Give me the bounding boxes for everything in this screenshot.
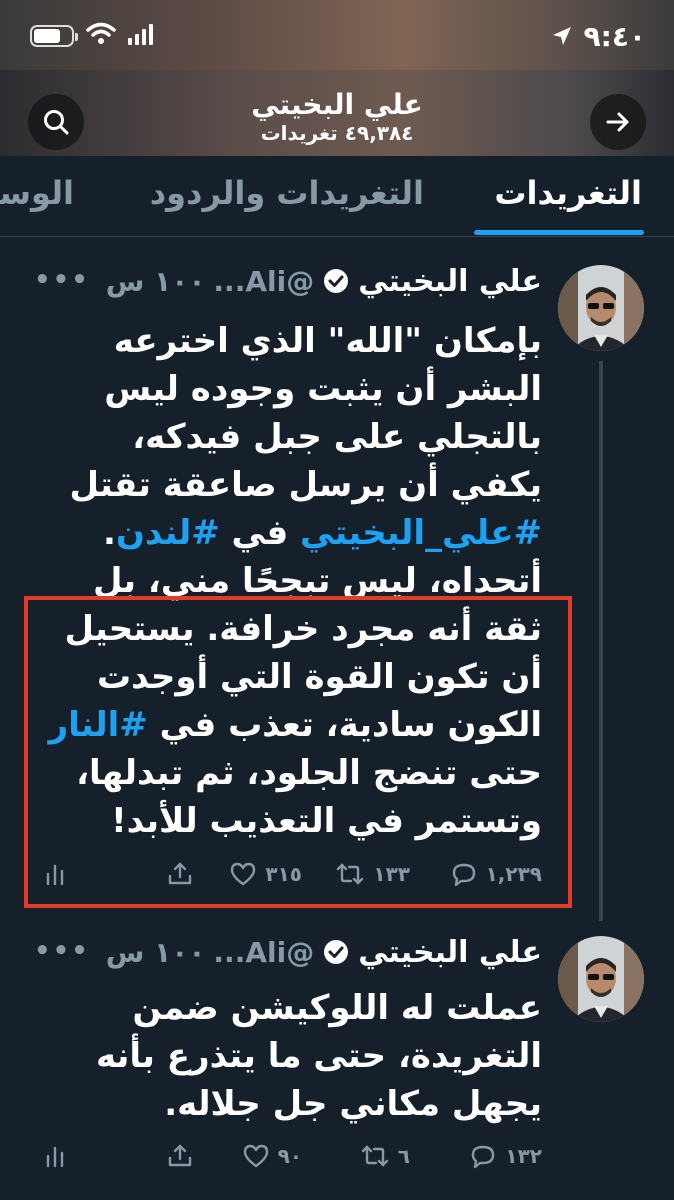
hashtag-link[interactable]: #لندن [116, 513, 220, 553]
tweet-handle[interactable]: ...Ali@ [213, 936, 314, 969]
reply-count: ١٣٢ [505, 1144, 542, 1168]
tweet-text: عملت له اللوكيشن ضمن التغريدة، حتى ما يت… [96, 988, 542, 1124]
avatar[interactable] [558, 265, 644, 351]
tweet-author-name[interactable]: علي البخيتي [358, 264, 542, 299]
tweet-actions: ١٣٢ ٦ ٩٠ [32, 1136, 542, 1176]
share-button[interactable] [166, 1136, 194, 1176]
tweet-meta: علي البخيتي ...Ali@ ١٠٠ س [106, 932, 542, 972]
avatar[interactable] [558, 936, 644, 1022]
highlight-box [24, 596, 572, 908]
search-icon [44, 110, 69, 135]
retweet-icon [361, 1145, 388, 1167]
analytics-button[interactable] [44, 1136, 68, 1176]
share-icon [168, 1144, 192, 1167]
tweet-author-name[interactable]: علي البخيتي [358, 935, 542, 970]
tweet-count: ٤٩,٣٨٤ تغريدات [260, 121, 414, 145]
tab-tweets-replies[interactable]: التغريدات والردود [150, 174, 424, 212]
retweet-count: ٦ [397, 1144, 410, 1168]
tweet-text-part: في [219, 513, 301, 553]
verified-icon [324, 269, 349, 293]
profile-name: علي البخيتي [251, 88, 423, 121]
status-time: ٩:٤٠ [583, 19, 646, 53]
active-tab-indicator [474, 230, 644, 235]
like-count: ٩٠ [277, 1144, 302, 1168]
search-button[interactable] [28, 94, 84, 150]
battery-icon [30, 25, 78, 47]
verified-icon [324, 940, 349, 964]
profile-title: علي البخيتي ٤٩,٣٨٤ تغريدات [150, 88, 524, 144]
hashtag-link[interactable]: #علي_البخيتي [300, 513, 542, 553]
tweet[interactable]: علي البخيتي ...Ali@ ١٠٠ س ••• عملت له ال… [0, 918, 674, 1200]
forward-button[interactable] [590, 94, 646, 150]
wifi-icon [86, 22, 116, 50]
tweet-text-part: . [102, 513, 116, 553]
status-bar: ٩:٤٠ [0, 0, 674, 70]
tweet-text-part: بإمكان "الله" الذي اخترعه البشر أن يثبت … [69, 321, 542, 505]
tweet-handle[interactable]: ...Ali@ [213, 265, 314, 298]
like-button[interactable]: ٩٠ [242, 1136, 302, 1176]
thread-line [599, 361, 603, 921]
tab-media[interactable]: الوسائط [0, 174, 74, 212]
tweet-time[interactable]: ١٠٠ س [106, 936, 206, 969]
more-icon[interactable]: ••• [34, 936, 90, 966]
tweet-time[interactable]: ١٠٠ س [106, 265, 206, 298]
more-icon[interactable]: ••• [34, 265, 90, 295]
reply-icon [472, 1145, 495, 1169]
tab-tweets[interactable]: التغريدات [494, 174, 642, 212]
status-left-icons [30, 22, 156, 50]
profile-header: علي البخيتي ٤٩,٣٨٤ تغريدات [0, 70, 674, 156]
profile-tabs: التغريدات التغريدات والردود الوسائط [0, 156, 674, 237]
retweet-button[interactable]: ٦ [360, 1136, 410, 1176]
location-icon [550, 22, 574, 50]
forward-arrow-icon [606, 112, 629, 132]
signal-icon [128, 23, 156, 49]
tweet-meta: علي البخيتي ...Ali@ ١٠٠ س [106, 261, 542, 301]
like-icon [243, 1144, 268, 1168]
analytics-icon [46, 1146, 64, 1168]
reply-button[interactable]: ١٣٢ [469, 1136, 542, 1176]
